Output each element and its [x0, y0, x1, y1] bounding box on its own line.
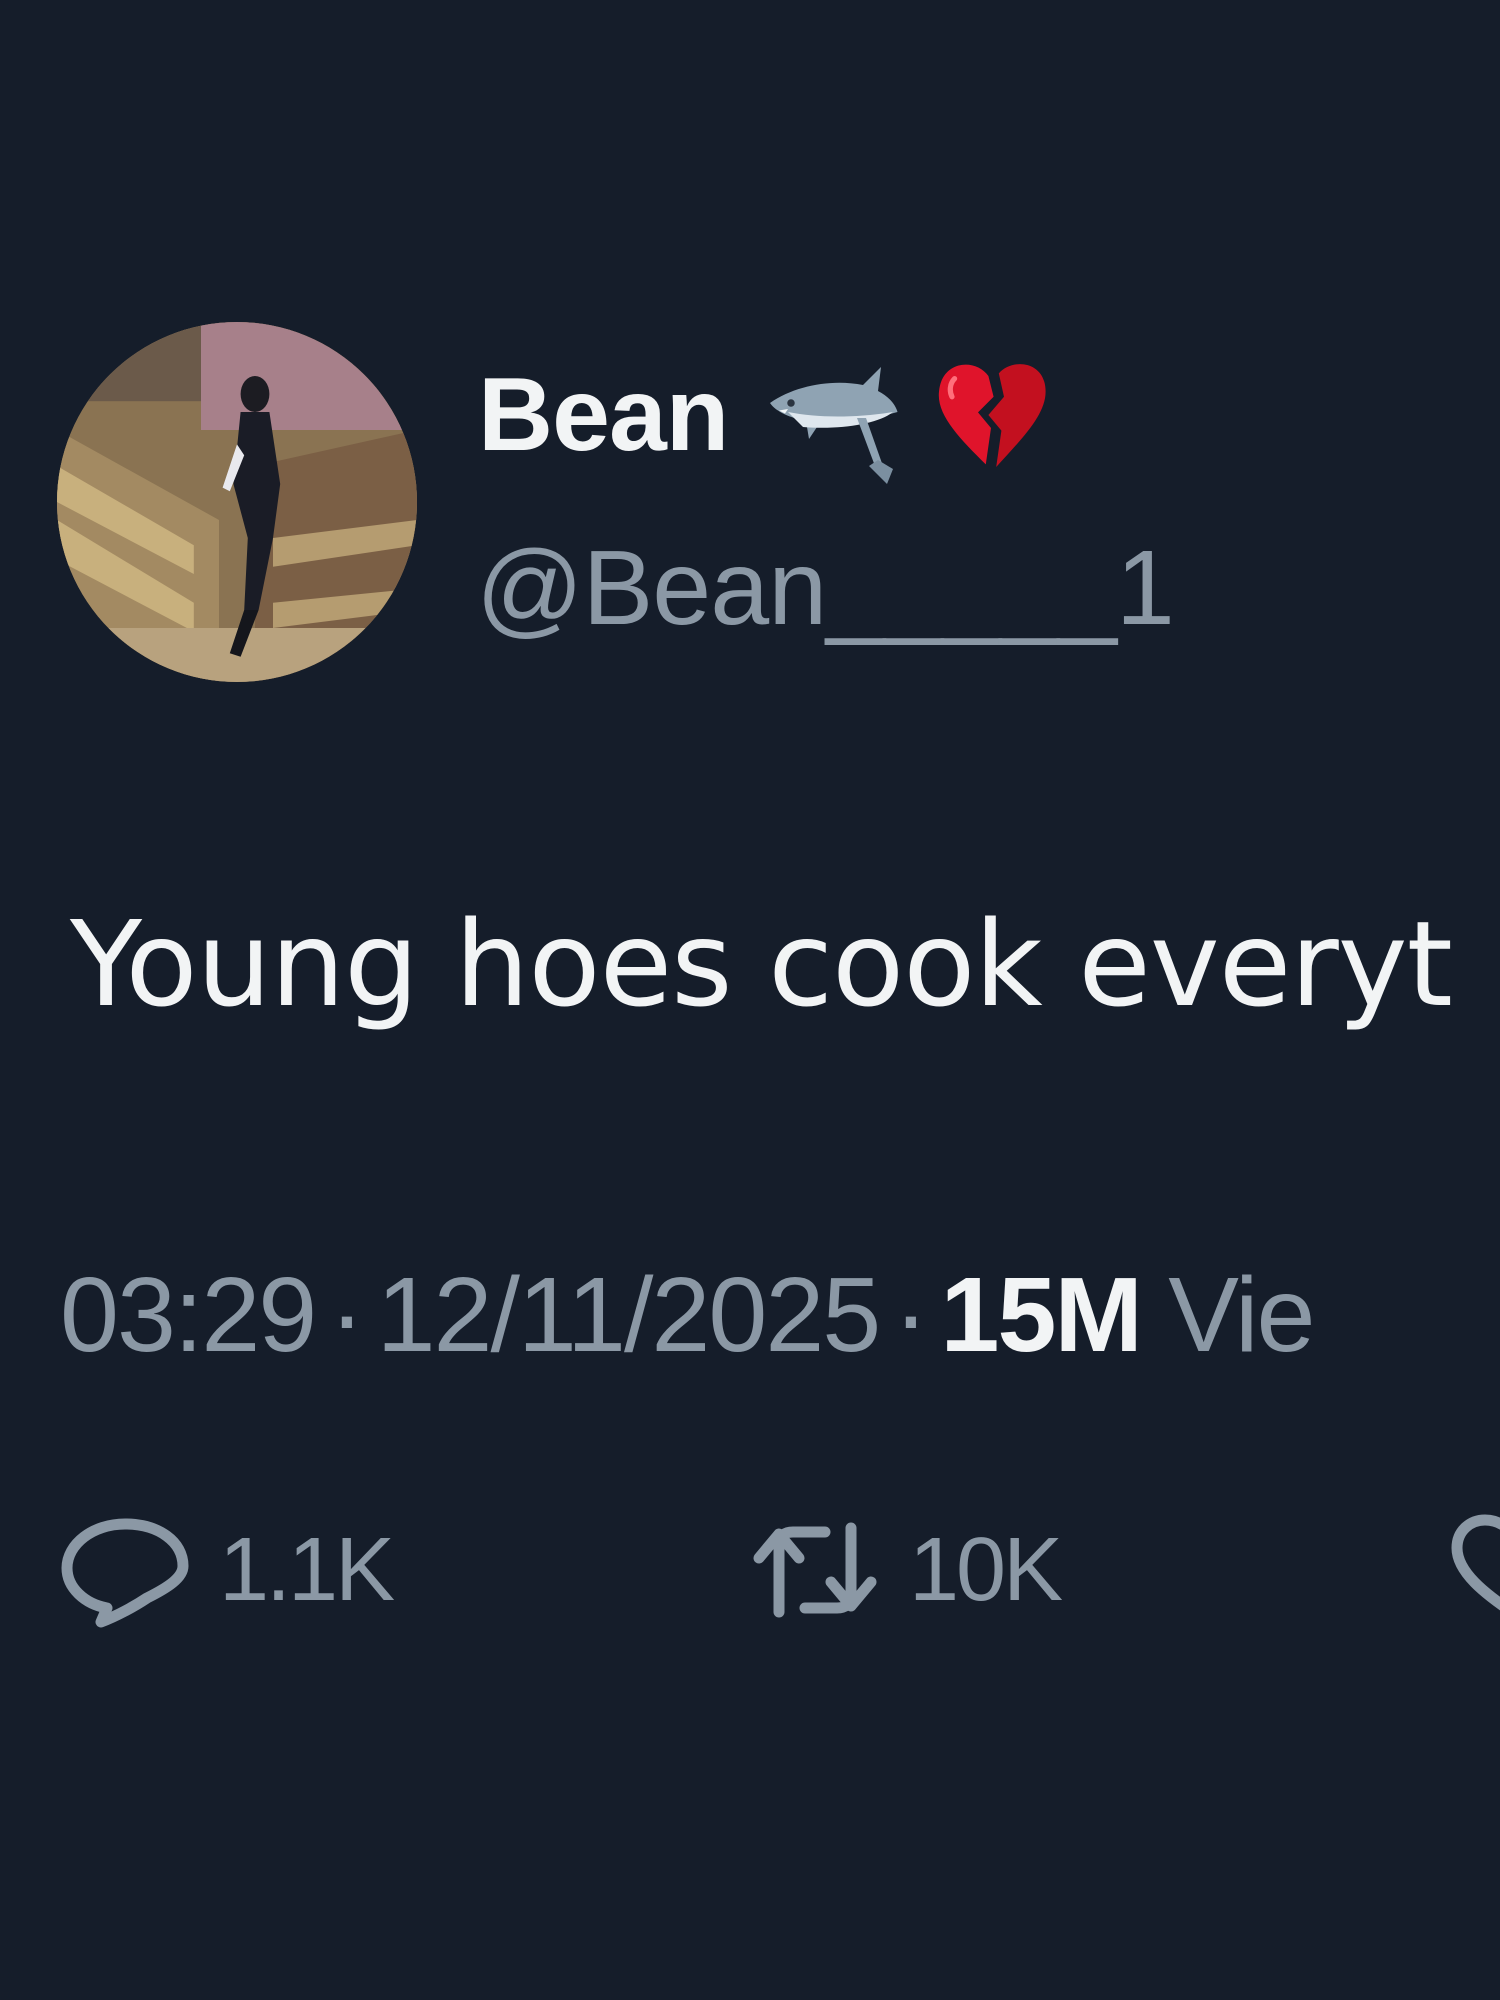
tweet: Bean @Bean_____1 Young hoes cook everyt … [0, 0, 1500, 2000]
meta-separator: · [893, 1256, 928, 1374]
tweet-meta: 03:29 · 12/11/2025 · 15M Vie [60, 1255, 1316, 1376]
retweet-icon [745, 1510, 885, 1630]
action-bar: 1.1K 10K [55, 1510, 1500, 1630]
meta-separator: · [329, 1256, 364, 1374]
user-handle[interactable]: @Bean_____1 [476, 528, 1175, 649]
like-button[interactable] [1445, 1510, 1500, 1630]
reply-icon [55, 1510, 195, 1630]
tweet-text: Young hoes cook everyt [70, 895, 1453, 1033]
avatar[interactable] [57, 322, 417, 682]
views-count: 15M [940, 1256, 1143, 1374]
like-icon [1445, 1510, 1500, 1630]
display-name[interactable]: Bean [478, 356, 729, 475]
reply-count: 1.1K [219, 1519, 395, 1620]
views-label: Vie [1168, 1256, 1315, 1374]
display-name-row: Bean [478, 345, 1056, 485]
retweet-count: 10K [909, 1519, 1063, 1620]
reply-button[interactable]: 1.1K [55, 1510, 395, 1630]
tweet-date[interactable]: 12/11/2025 [377, 1256, 882, 1374]
shark-emoji-icon [758, 340, 908, 490]
avatar-image [57, 322, 417, 682]
broken-heart-emoji-icon [926, 350, 1056, 480]
retweet-button[interactable]: 10K [745, 1510, 1063, 1630]
tweet-time[interactable]: 03:29 [60, 1256, 317, 1374]
